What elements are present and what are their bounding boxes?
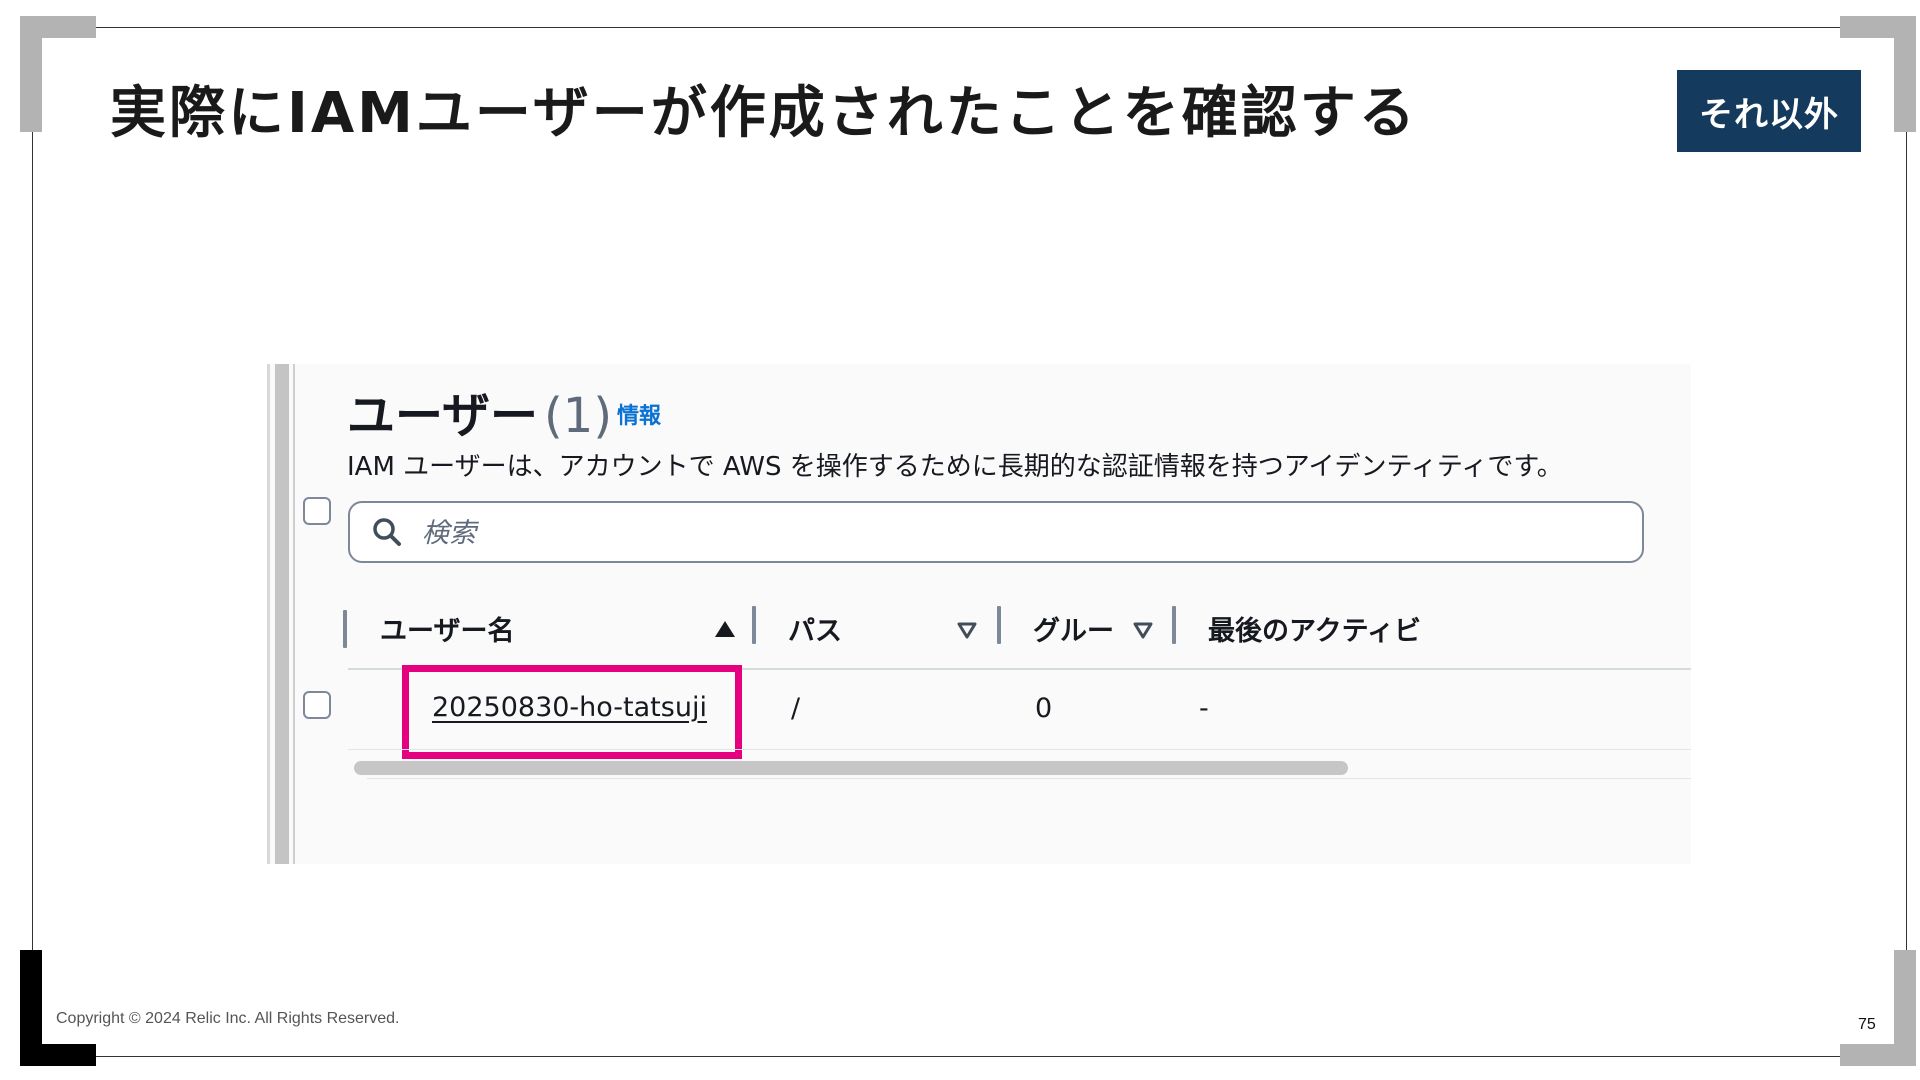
highlight-box (402, 665, 742, 759)
table-bottom-divider (367, 778, 1691, 779)
column-divider (343, 610, 347, 648)
corner-bracket-top-left-vertical (20, 16, 42, 132)
search-box[interactable] (348, 501, 1644, 563)
cell-last-activity: - (1199, 693, 1209, 724)
slide-title: 実際にIAMユーザーが作成されたことを確認する (110, 81, 1418, 146)
cell-path: / (791, 693, 801, 724)
horizontal-scrollbar[interactable] (354, 761, 1348, 775)
column-divider[interactable] (1172, 606, 1176, 644)
cell-groups: 0 (1035, 693, 1053, 724)
users-title-text: ユーザー (347, 388, 539, 444)
search-input[interactable] (420, 513, 1624, 553)
screenshot-side-bar (275, 364, 289, 864)
select-all-checkbox[interactable] (303, 497, 331, 525)
copyright-text: Copyright © 2024 Relic Inc. All Rights R… (56, 1010, 400, 1027)
users-count: (1) (544, 388, 613, 444)
row-divider (348, 749, 1691, 750)
corner-bracket-bottom-right-horizontal (1840, 1044, 1916, 1066)
column-header-last-activity[interactable]: 最後のアクティビ (1208, 609, 1421, 648)
corner-bracket-bottom-left-horizontal (20, 1044, 96, 1066)
column-header-user-name[interactable]: ユーザー名 (380, 609, 514, 648)
column-divider[interactable] (997, 606, 1001, 644)
search-icon (373, 518, 401, 546)
row-checkbox[interactable] (303, 691, 331, 719)
screenshot-edge (267, 364, 270, 864)
screenshot-edge-line (293, 364, 295, 864)
sort-toggle-icon[interactable] (956, 621, 978, 639)
users-panel-title: ユーザー (1) (347, 376, 612, 446)
corner-bracket-top-right-vertical (1894, 16, 1916, 132)
sort-toggle-icon[interactable] (1132, 621, 1154, 639)
column-header-groups[interactable]: グルー (1033, 609, 1119, 648)
page-number: 75 (1858, 1016, 1876, 1033)
users-description: IAM ユーザーは、アカウントで AWS を操作するために長期的な認証情報を持つ… (347, 452, 1563, 482)
column-header-path[interactable]: パス (788, 609, 842, 648)
sort-ascending-icon[interactable] (714, 620, 736, 638)
category-badge: それ以外 (1677, 70, 1861, 152)
iam-users-screenshot: ユーザー (1) 情報 IAM ユーザーは、アカウントで AWS を操作するために… (267, 364, 1691, 864)
column-divider[interactable] (752, 606, 756, 644)
info-link[interactable]: 情報 (617, 398, 661, 430)
